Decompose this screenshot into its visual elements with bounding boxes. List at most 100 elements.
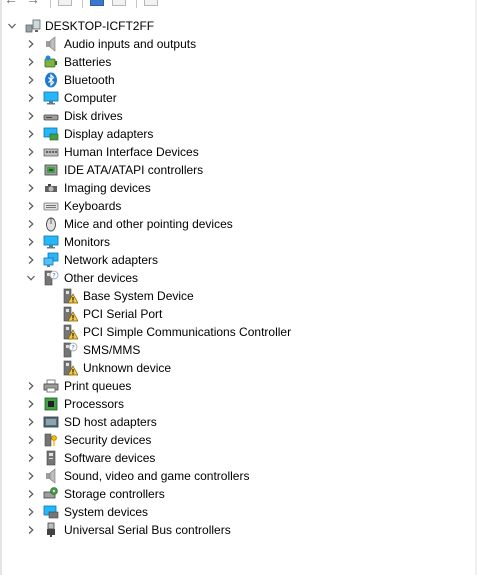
tree-item-bluetooth[interactable]: Bluetooth [0,71,470,89]
hid-icon [43,144,59,160]
system-device-icon [43,504,59,520]
tree-item-label: PCI Serial Port [83,307,163,321]
camera-icon [43,180,59,196]
tree-item-sound-video-and-game-controllers[interactable]: Sound, video and game controllers [0,467,470,485]
tree-item-computer[interactable]: Computer [0,89,470,107]
tree-item-label: Processors [64,397,125,411]
speaker-icon [43,36,59,52]
chevron-right-icon[interactable] [25,413,37,431]
warning-device-icon [62,306,78,322]
scan-hardware-button[interactable] [144,0,158,6]
tree-item-display-adapters[interactable]: Display adapters [0,125,470,143]
view-button[interactable] [112,0,126,6]
tree-item-sms-mms[interactable]: ? SMS/MMS [0,341,470,359]
tree-item-base-system-device[interactable]: Base System Device [0,287,470,305]
tree-item-label: Computer [64,91,117,105]
tree-item-audio-inputs-and-outputs[interactable]: Audio inputs and outputs [0,35,470,53]
tree-item-monitors[interactable]: Monitors [0,233,470,251]
tree-item-pci-serial-port[interactable]: PCI Serial Port [0,305,470,323]
chevron-right-icon[interactable] [25,179,37,197]
ide-controller-icon [43,162,59,178]
printer-icon [43,378,59,394]
tree-item-storage-controllers[interactable]: Storage controllers [0,485,470,503]
bluetooth-icon [43,72,59,88]
tree-item-label: Universal Serial Bus controllers [64,523,231,537]
keyboard-icon [43,198,59,214]
battery-icon [43,54,59,70]
tree-item-label: DESKTOP-ICFT2FF [45,19,155,33]
chevron-right-icon[interactable] [25,251,37,269]
tree-item-label: Human Interface Devices [64,145,199,159]
chevron-right-icon[interactable] [25,215,37,233]
chevron-right-icon[interactable] [25,35,37,53]
svg-text:?: ? [71,344,74,352]
chevron-right-icon[interactable] [25,107,37,125]
chevron-right-icon[interactable] [25,449,37,467]
tree-item-batteries[interactable]: Batteries [0,53,470,71]
tree-item-label: SD host adapters [64,415,157,429]
tree-item-network-adapters[interactable]: Network adapters [0,251,470,269]
chevron-right-icon[interactable] [25,395,37,413]
tree-item-keyboards[interactable]: Keyboards [0,197,470,215]
tree-item-universal-serial-bus-controllers[interactable]: Universal Serial Bus controllers [0,521,470,539]
tree-item-label: SMS/MMS [83,343,141,357]
chevron-right-icon[interactable] [25,161,37,179]
tree-item-label: Keyboards [64,199,122,213]
tree-item-label: Unknown device [83,361,172,375]
chevron-down-icon[interactable] [6,17,18,35]
warning-device-icon [62,288,78,304]
tree-item-other-devices[interactable]: ? Other devices [0,269,470,287]
chevron-right-icon[interactable] [25,233,37,251]
tree-item-ide-ata-atapi-controllers[interactable]: IDE ATA/ATAPI controllers [0,161,470,179]
tree-item-mice-and-other-pointing-devices[interactable]: Mice and other pointing devices [0,215,470,233]
tree-item-human-interface-devices[interactable]: Human Interface Devices [0,143,470,161]
tree-item-security-devices[interactable]: Security devices [0,431,470,449]
usb-icon [43,522,59,538]
tree-item-label: Display adapters [64,127,154,141]
warning-device-icon [62,360,78,376]
tree-item-disk-drives[interactable]: Disk drives [0,107,470,125]
forward-arrow-icon[interactable]: → [26,0,40,6]
chevron-right-icon[interactable] [25,503,37,521]
mouse-icon [43,216,59,232]
tree-item-system-devices[interactable]: System devices [0,503,470,521]
chevron-right-icon[interactable] [25,485,37,503]
sd-adapter-icon [43,414,59,430]
chevron-right-icon[interactable] [25,89,37,107]
tree-item-print-queues[interactable]: Print queues [0,377,470,395]
chevron-right-icon[interactable] [25,431,37,449]
help-button[interactable] [90,0,104,6]
chevron-down-icon[interactable] [25,269,37,287]
monitor-icon [43,234,59,250]
tree-item-label: Storage controllers [64,487,165,501]
chevron-right-icon[interactable] [25,71,37,89]
tree-item-imaging-devices[interactable]: Imaging devices [0,179,470,197]
tree-item-label: IDE ATA/ATAPI controllers [64,163,204,177]
chevron-right-icon[interactable] [25,53,37,71]
tree-item-label: Security devices [64,433,152,447]
svg-text:?: ? [52,272,55,280]
tree-item-software-devices[interactable]: Software devices [0,449,470,467]
chevron-right-icon[interactable] [25,197,37,215]
tree-item-label: Base System Device [83,289,194,303]
unknown-device-icon: ? [43,270,59,286]
computer-icon [43,90,59,106]
processor-icon [43,396,59,412]
tree-item-label: Imaging devices [64,181,151,195]
properties-button[interactable] [58,0,72,6]
back-arrow-icon[interactable]: ← [4,0,18,6]
chevron-right-icon[interactable] [25,467,37,485]
chevron-right-icon[interactable] [25,377,37,395]
chevron-right-icon[interactable] [25,125,37,143]
tree-item-label: System devices [64,505,149,519]
tree-item-processors[interactable]: Processors [0,395,470,413]
tree-item-pci-simple-communications-controller[interactable]: PCI Simple Communications Controller [0,323,470,341]
tree-root-computer[interactable]: DESKTOP-ICFT2FF [0,17,470,35]
tree-item-label: Other devices [64,271,139,285]
disk-drive-icon [43,108,59,124]
chevron-right-icon[interactable] [25,143,37,161]
tree-item-unknown-device[interactable]: Unknown device [0,359,470,377]
warning-device-icon [62,324,78,340]
chevron-right-icon[interactable] [25,521,37,539]
tree-item-sd-host-adapters[interactable]: SD host adapters [0,413,470,431]
